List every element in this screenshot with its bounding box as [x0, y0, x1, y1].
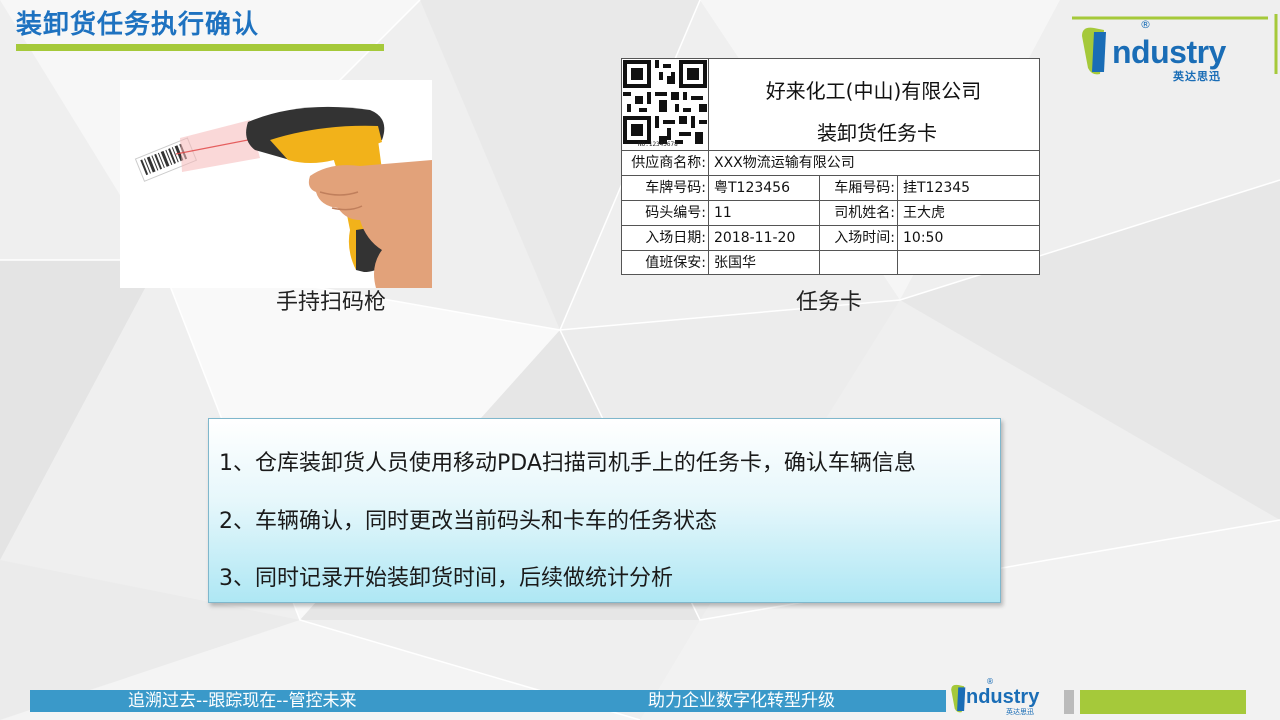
footer-accent-gray — [1064, 690, 1074, 714]
cell-divider — [897, 226, 898, 250]
card-row-plate: 车牌号码: 粤T123456 车厢号码: 挂T12345 — [622, 176, 1039, 201]
cell-divider — [708, 251, 709, 275]
row-label: 值班保安: — [645, 255, 706, 271]
footer-logo-registered-mark: ® — [986, 677, 994, 686]
qr-divider — [708, 59, 709, 151]
page-title: 装卸货任务执行确认 — [16, 10, 260, 40]
footer-slogan-right: 助力企业数字化转型升级 — [648, 691, 835, 711]
card-title: 装卸货任务卡 — [817, 121, 937, 145]
row-value: 粤T123456 — [714, 180, 790, 196]
logo-subtitle: 英达思迅 — [1173, 70, 1221, 83]
barcode-scanner-photo — [120, 80, 432, 288]
logo-word: ndustry — [1112, 34, 1226, 70]
scanner-caption: 手持扫码枪 — [276, 290, 387, 315]
logo-registered-mark: ® — [1140, 18, 1151, 31]
company-name: 好来化工(中山)有限公司 — [765, 79, 982, 103]
row-label: 码头编号: — [645, 205, 706, 221]
card-row-guard: 值班保安: 张国华 — [622, 251, 1039, 276]
info-line: 1、仓库装卸货人员使用移动PDA扫描司机手上的任务卡，确认车辆信息 — [219, 451, 916, 476]
row-value: 2018-11-20 — [714, 230, 796, 246]
row-label: 入场时间: — [834, 230, 895, 246]
card-row-entry: 入场日期: 2018-11-20 入场时间: 10:50 — [622, 226, 1039, 251]
row-value: 10:50 — [903, 230, 944, 246]
info-line: 2、车辆确认，同时更改当前码头和卡车的任务状态 — [219, 509, 717, 534]
footer-logo-subtitle: 英达思迅 — [1006, 708, 1034, 716]
row-value: XXX物流运输有限公司 — [714, 155, 855, 171]
scanner-illustration — [134, 106, 432, 288]
task-card-caption: 任务卡 — [796, 290, 863, 315]
footer-logo: ® ndustry 英达思迅 — [950, 677, 1060, 718]
row-label: 车厢号码: — [834, 180, 895, 196]
logo-i-mark — [1082, 27, 1106, 75]
card-row-dock: 码头编号: 11 司机姓名: 王大虎 — [622, 201, 1039, 226]
row-label: 司机姓名: — [834, 205, 895, 221]
brand-logo: ® ndustry 英达思迅 — [1080, 18, 1265, 83]
info-line: 3、同时记录开始装卸货时间，后续做统计分析 — [219, 566, 673, 591]
row-label: 入场日期: — [645, 230, 706, 246]
cell-divider — [708, 176, 709, 200]
row-value: 王大虎 — [903, 205, 945, 221]
task-card-header: NO:12345678 好来化工(中山)有限公司 装卸货任务卡 — [622, 59, 1039, 151]
row-value: 张国华 — [714, 255, 756, 271]
cell-divider — [897, 201, 898, 225]
footer-accent-green — [1080, 690, 1246, 714]
info-box: 1、仓库装卸货人员使用移动PDA扫描司机手上的任务卡，确认车辆信息 2、车辆确认… — [208, 418, 1001, 603]
row-label: 车牌号码: — [645, 180, 706, 196]
card-row-supplier: 供应商名称: XXX物流运输有限公司 — [622, 151, 1039, 176]
task-card: NO:12345678 好来化工(中山)有限公司 装卸货任务卡 供应商名称: X… — [621, 58, 1040, 275]
row-value: 11 — [714, 205, 732, 221]
cell-divider — [819, 251, 820, 275]
cell-divider — [708, 151, 709, 175]
footer-logo-word: ndustry — [966, 686, 1040, 708]
title-underline — [16, 44, 384, 51]
qr-code-icon — [623, 60, 707, 144]
cell-divider — [897, 251, 898, 275]
qr-number: NO:12345678 — [638, 141, 678, 148]
row-label: 供应商名称: — [631, 155, 706, 171]
footer-bar: 追溯过去--跟踪现在--管控未来 助力企业数字化转型升级 — [30, 690, 946, 712]
cell-divider — [708, 201, 709, 225]
cell-divider — [708, 226, 709, 250]
footer-slogan-left: 追溯过去--跟踪现在--管控未来 — [128, 691, 357, 711]
cell-divider — [897, 176, 898, 200]
row-value: 挂T12345 — [903, 180, 971, 196]
